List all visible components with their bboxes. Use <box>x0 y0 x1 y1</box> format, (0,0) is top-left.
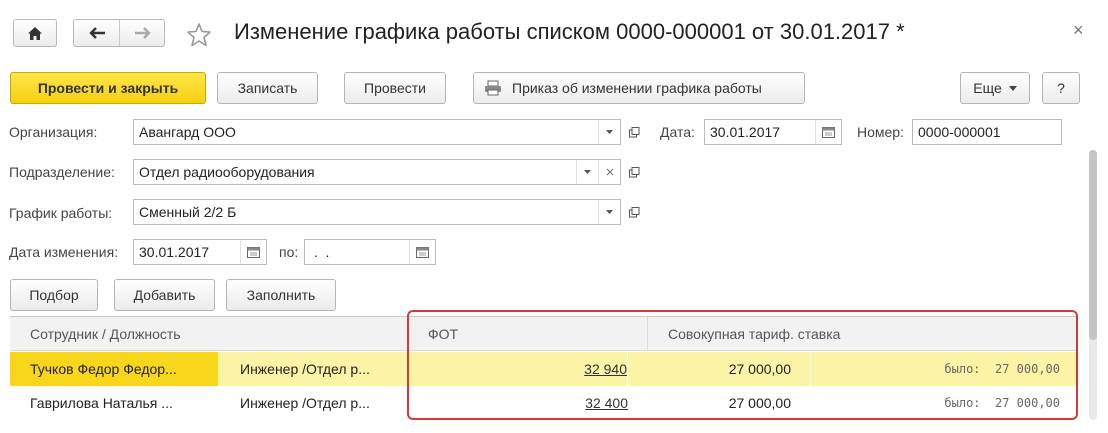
more-label: Еще <box>973 80 1002 96</box>
to-label: по: <box>279 244 299 260</box>
calendar-icon <box>247 246 260 258</box>
add-button[interactable]: Добавить <box>114 279 215 311</box>
highlight-frame <box>407 310 1078 420</box>
save-button[interactable]: Записать <box>217 72 318 104</box>
schedule-open-button[interactable] <box>624 200 644 224</box>
help-button[interactable]: ? <box>1042 72 1080 104</box>
printer-icon <box>485 80 501 96</box>
dept-label: Подразделение: <box>9 164 115 180</box>
page-title: Изменение графика работы списком 0000-00… <box>234 19 905 44</box>
date-label: Дата: <box>660 124 695 140</box>
dept-value: Отдел радиооборудования <box>139 164 315 180</box>
dept-open-button[interactable] <box>624 160 644 184</box>
number-field[interactable]: 0000-000001 <box>912 119 1062 145</box>
arrow-right-icon <box>134 27 151 39</box>
to-date-value: . . <box>310 244 330 260</box>
print-order-label: Приказ об изменении графика работы <box>512 80 762 96</box>
more-button[interactable]: Еще <box>960 72 1030 104</box>
arrow-left-icon <box>88 27 105 39</box>
open-icon <box>628 126 639 137</box>
employee-name: Гаврилова Наталья ... <box>30 395 173 411</box>
post-button[interactable]: Провести <box>344 72 446 104</box>
employee-position: Инженер /Отдел р... <box>240 395 370 411</box>
change-date-field[interactable]: 30.01.2017 <box>133 239 267 265</box>
close-icon[interactable]: × <box>1073 20 1084 41</box>
change-date-calendar-button[interactable] <box>240 240 266 264</box>
date-calendar-button[interactable] <box>815 120 841 144</box>
change-date-label: Дата изменения: <box>9 244 119 260</box>
open-icon <box>628 206 639 217</box>
home-icon <box>28 26 42 40</box>
calendar-icon <box>416 246 429 258</box>
dropdown-arrow-icon <box>606 210 613 214</box>
number-value: 0000-000001 <box>918 124 1001 140</box>
post-and-close-button[interactable]: Провести и закрыть <box>10 72 206 104</box>
org-open-button[interactable] <box>624 120 644 144</box>
org-field[interactable]: Авангард ООО <box>133 119 621 145</box>
employee-name: Тучков Федор Федор... <box>10 352 218 386</box>
history-nav <box>73 19 165 47</box>
calendar-icon <box>822 126 835 138</box>
date-value: 30.01.2017 <box>710 124 781 140</box>
change-date-value: 30.01.2017 <box>139 244 210 260</box>
clear-icon <box>606 168 613 176</box>
org-dropdown-button[interactable] <box>598 120 620 144</box>
schedule-label: График работы: <box>9 205 113 221</box>
schedule-value: Сменный 2/2 Б <box>139 204 237 220</box>
dropdown-arrow-icon <box>1008 85 1017 91</box>
dropdown-arrow-icon <box>584 170 591 174</box>
to-date-field[interactable]: . . <box>304 239 436 265</box>
star-icon[interactable] <box>186 22 212 47</box>
org-value: Авангард ООО <box>139 124 236 140</box>
org-label: Организация: <box>9 124 98 140</box>
date-field[interactable]: 30.01.2017 <box>704 119 842 145</box>
fill-button[interactable]: Заполнить <box>226 279 336 311</box>
forward-button[interactable] <box>120 20 165 46</box>
dept-field[interactable]: Отдел радиооборудования <box>133 159 621 185</box>
employee-position: Инженер /Отдел р... <box>240 361 370 377</box>
print-order-button[interactable]: Приказ об изменении графика работы <box>473 72 805 104</box>
dept-dropdown-button[interactable] <box>576 160 598 184</box>
number-label: Номер: <box>857 124 904 140</box>
vertical-scrollbar[interactable] <box>1089 150 1097 420</box>
to-date-calendar-button[interactable] <box>409 240 435 264</box>
open-icon <box>628 166 639 177</box>
back-button[interactable] <box>74 20 120 46</box>
schedule-field[interactable]: Сменный 2/2 Б <box>133 199 621 225</box>
dept-clear-button[interactable] <box>598 160 620 184</box>
home-button[interactable] <box>13 19 57 47</box>
scrollbar-thumb[interactable] <box>1089 150 1097 340</box>
schedule-dropdown-button[interactable] <box>598 200 620 224</box>
select-button[interactable]: Подбор <box>10 279 98 311</box>
header-employee[interactable]: Сотрудник / Должность <box>10 317 408 351</box>
dropdown-arrow-icon <box>606 130 613 134</box>
